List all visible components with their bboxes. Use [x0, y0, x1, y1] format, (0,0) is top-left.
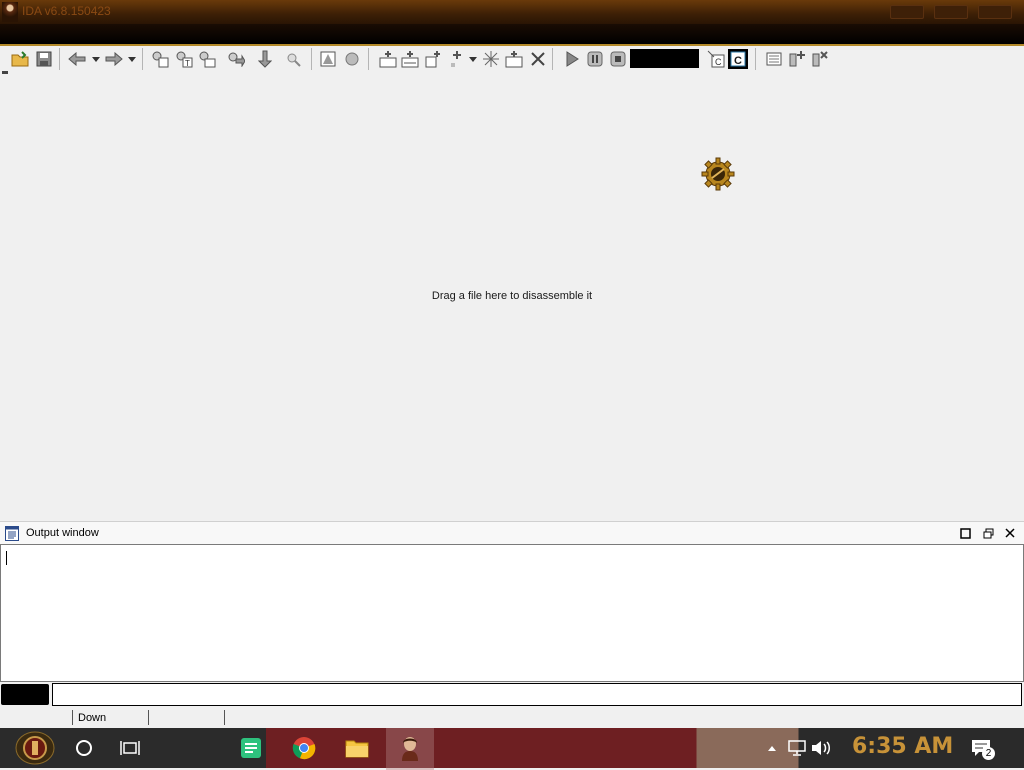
svg-text:C: C [715, 57, 722, 67]
corner-marker [2, 71, 8, 74]
svg-text:C: C [734, 55, 742, 67]
open-icon[interactable] [10, 49, 30, 69]
forward-dropdown-icon[interactable] [122, 49, 142, 69]
undefine-icon[interactable] [528, 49, 548, 69]
output-text-area[interactable] [0, 544, 1024, 682]
cli-language-button[interactable] [1, 684, 49, 705]
clock[interactable]: 6:35 AM [852, 734, 953, 759]
chrome-icon[interactable] [288, 728, 320, 768]
stop-icon[interactable] [608, 49, 628, 69]
back-icon[interactable] [67, 49, 87, 69]
app-icon[interactable] [2, 2, 18, 22]
notes-app-icon[interactable] [236, 728, 266, 768]
network-icon[interactable] [786, 728, 808, 768]
jump-down-icon[interactable] [255, 49, 275, 69]
run-icon[interactable] [562, 49, 582, 69]
command-input[interactable] [52, 683, 1022, 706]
add-breakpoint-icon[interactable] [787, 49, 807, 69]
status-direction: Down [78, 712, 107, 724]
start-button[interactable] [8, 728, 62, 768]
task-view-icon[interactable] [116, 728, 144, 768]
title-bar: IDA v6.8.150423 [0, 0, 1024, 24]
svg-text:T: T [185, 59, 190, 68]
debugger-options-icon[interactable]: C [706, 49, 726, 69]
file-explorer-icon[interactable] [342, 728, 372, 768]
drop-hint: Drag a file here to disassemble it [431, 290, 593, 302]
graph-view-icon[interactable] [318, 49, 338, 69]
status-bar: Down [0, 708, 1024, 728]
window-title: IDA v6.8.150423 [22, 4, 111, 18]
segments-icon[interactable] [764, 49, 784, 69]
make-code-icon[interactable] [378, 49, 398, 69]
search-text-icon[interactable]: T [174, 49, 194, 69]
status-separator [148, 710, 149, 725]
status-separator [224, 710, 225, 725]
search-immediate-icon[interactable] [197, 49, 217, 69]
search-next-icon[interactable] [226, 49, 246, 69]
cortana-icon[interactable] [70, 728, 98, 768]
maximize-button[interactable] [934, 5, 968, 19]
disassembly-area[interactable]: Drag a file here to disassemble it [0, 71, 1024, 521]
make-string-icon[interactable] [423, 49, 443, 69]
notification-count-badge: 2 [982, 747, 995, 760]
circle-icon[interactable] [342, 49, 362, 69]
struct-dropdown-icon[interactable] [463, 49, 483, 69]
output-window-icon [5, 526, 19, 541]
chevron-up-icon[interactable] [764, 728, 780, 768]
command-bar [0, 682, 1024, 708]
text-caret [6, 551, 7, 565]
taskbar: 6:35 AM 2 [0, 728, 1024, 770]
float-panel-icon[interactable] [980, 525, 996, 541]
main-toolbar: T C C [0, 44, 1024, 73]
save-icon[interactable] [34, 49, 54, 69]
make-data-icon[interactable] [400, 49, 420, 69]
debugger-select[interactable] [630, 49, 699, 68]
menu-bar [0, 24, 1024, 44]
close-window-button[interactable] [978, 5, 1012, 19]
gear-icon [701, 157, 735, 191]
minimize-button[interactable] [890, 5, 924, 19]
search-binary-icon[interactable] [150, 49, 170, 69]
delete-breakpoint-icon[interactable] [810, 49, 830, 69]
maximize-panel-icon[interactable] [957, 525, 973, 541]
search-disabled-icon[interactable] [284, 49, 304, 69]
back-dropdown-icon[interactable] [86, 49, 106, 69]
decompiler-icon[interactable]: C [728, 49, 748, 69]
forward-icon[interactable] [104, 49, 124, 69]
status-separator [72, 710, 73, 725]
pause-icon[interactable] [585, 49, 605, 69]
make-array-icon[interactable] [481, 49, 501, 69]
close-panel-icon[interactable] [1002, 525, 1018, 541]
output-window-title: Output window [26, 527, 99, 539]
output-window-header: Output window [0, 521, 1024, 545]
ida-taskbar-button[interactable] [386, 728, 434, 770]
make-offset-icon[interactable] [504, 49, 524, 69]
volume-icon[interactable] [810, 728, 832, 768]
